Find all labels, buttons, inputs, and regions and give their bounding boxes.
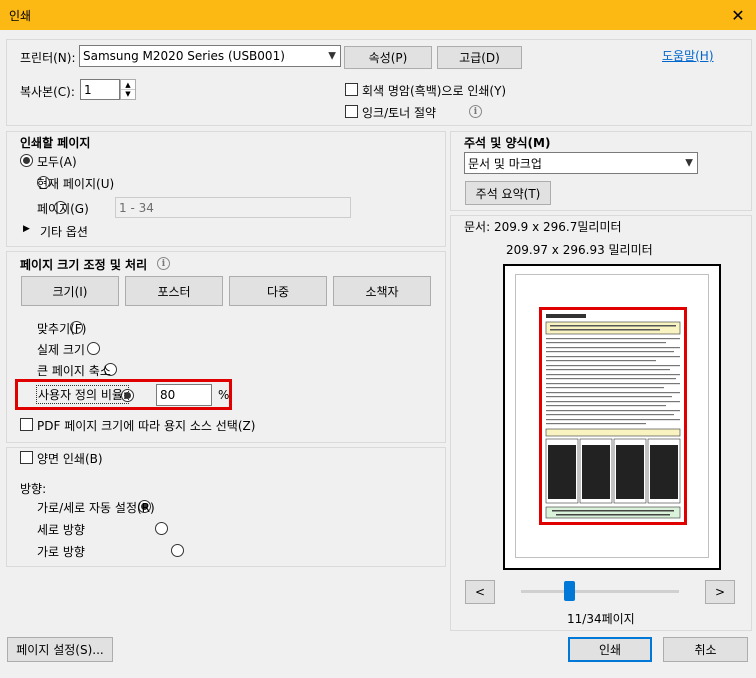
- page-preview: [503, 264, 721, 570]
- duplex-label: 양면 인쇄(B): [37, 452, 103, 466]
- orientation-landscape-label: 가로 방향: [37, 545, 85, 559]
- copies-input[interactable]: 1: [80, 79, 120, 100]
- comments-heading: 주석 및 양식(M): [464, 136, 551, 150]
- more-options-link[interactable]: 기타 옵션: [40, 223, 88, 240]
- page-slider-thumb[interactable]: [564, 581, 575, 601]
- chevron-down-icon: ▼: [328, 50, 336, 62]
- pages-heading: 인쇄할 페이지: [20, 136, 91, 150]
- save-ink-checkbox[interactable]: [345, 105, 358, 118]
- percent-label: %: [218, 388, 230, 402]
- sizing-heading: 페이지 크기 조정 및 처리: [20, 258, 148, 272]
- copies-spinner[interactable]: ▲ ▼: [120, 79, 136, 100]
- copies-value: 1: [84, 82, 92, 97]
- document-size: 문서: 209.9 x 296.7밀리미터: [464, 220, 622, 234]
- save-ink-label: 잉크/토너 절약: [362, 106, 437, 120]
- pages-range-value: 1 - 34: [119, 200, 154, 215]
- custom-scale-label: 사용자 정의 비율:: [36, 385, 129, 404]
- paper-size: 209.97 x 296.93 밀리미터: [506, 243, 653, 257]
- document-thumbnail-image: [545, 314, 681, 519]
- prev-page-button[interactable]: <: [465, 580, 495, 604]
- summarize-comments-button[interactable]: 주석 요약(T): [465, 181, 551, 205]
- cancel-button[interactable]: 취소: [663, 637, 748, 662]
- expand-triangle-icon[interactable]: ▶: [23, 224, 30, 234]
- pages-all-radio[interactable]: [20, 154, 33, 167]
- properties-button[interactable]: 속성(P): [344, 46, 432, 69]
- comments-select[interactable]: 문서 및 마크업 ▼: [464, 152, 698, 174]
- tab-booklet[interactable]: 소책자: [333, 276, 431, 306]
- spin-up-icon[interactable]: ▲: [121, 80, 135, 90]
- tab-size[interactable]: 크기(I): [21, 276, 119, 306]
- pages-range-label: 페이지(G): [37, 202, 89, 216]
- page-setup-button[interactable]: 페이지 설정(S)...: [7, 637, 113, 662]
- orientation-heading: 방향:: [20, 482, 47, 496]
- shrink-label: 큰 페이지 축소: [37, 364, 111, 378]
- orientation-auto-label: 가로/세로 자동 설정(R): [37, 501, 155, 515]
- pdf-paper-checkbox[interactable]: [20, 418, 33, 431]
- grayscale-checkbox[interactable]: [345, 83, 358, 96]
- pages-current-label: 현재 페이지(U): [37, 177, 115, 191]
- chevron-right-icon: >: [714, 585, 726, 599]
- title-bar: [0, 0, 756, 30]
- content-thumbnail: [539, 307, 687, 525]
- tab-poster[interactable]: 포스터: [125, 276, 223, 306]
- printer-select-value: Samsung M2020 Series (USB001): [83, 49, 285, 63]
- custom-scale-input[interactable]: 80: [156, 384, 212, 406]
- orientation-portrait-label: 세로 방향: [37, 523, 85, 537]
- grayscale-label: 회색 명암(흑백)으로 인쇄(Y): [362, 84, 507, 98]
- comments-select-value: 문서 및 마크업: [468, 156, 542, 171]
- actual-size-label: 실제 크기: [37, 343, 85, 357]
- printer-label: 프린터(N):: [20, 51, 76, 65]
- info-icon[interactable]: i: [469, 105, 482, 118]
- advanced-button[interactable]: 고급(D): [437, 46, 522, 69]
- custom-scale-value: 80: [160, 388, 176, 402]
- tab-multiple[interactable]: 다중: [229, 276, 327, 306]
- fit-label: 맞추기(F): [37, 322, 87, 336]
- pdf-paper-label: PDF 페이지 크기에 따라 용지 소스 선택(Z): [37, 419, 256, 433]
- duplex-checkbox[interactable]: [20, 451, 33, 464]
- close-icon[interactable]: ✕: [724, 1, 752, 29]
- printer-select[interactable]: Samsung M2020 Series (USB001) ▼: [79, 45, 341, 67]
- page-indicator: 11/34페이지: [567, 612, 635, 626]
- chevron-down-icon: ▼: [685, 157, 693, 169]
- next-page-button[interactable]: >: [705, 580, 735, 604]
- info-icon[interactable]: i: [157, 257, 170, 270]
- copies-label: 복사본(C):: [20, 85, 75, 99]
- spin-down-icon[interactable]: ▼: [121, 90, 135, 99]
- help-link[interactable]: 도움말(H): [662, 47, 714, 64]
- orientation-portrait-radio[interactable]: [154, 522, 168, 535]
- window-title: 인쇄: [9, 9, 32, 23]
- pages-all-label: 모두(A): [37, 155, 77, 169]
- chevron-left-icon: <: [474, 585, 486, 599]
- page-slider-track[interactable]: [521, 590, 679, 593]
- pages-range-input[interactable]: 1 - 34: [115, 197, 351, 218]
- print-button[interactable]: 인쇄: [568, 637, 652, 662]
